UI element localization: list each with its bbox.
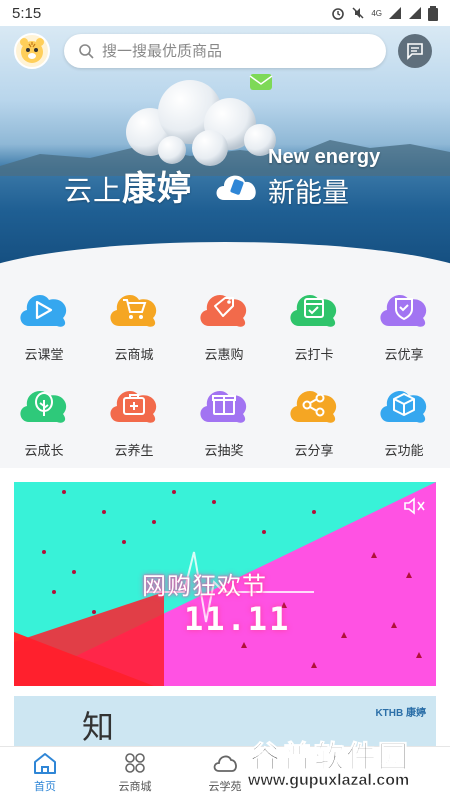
brand-logo: KTHB 康婷 xyxy=(375,708,426,719)
grid-item-growth[interactable]: 云成长 xyxy=(9,382,79,462)
grid-item-features[interactable]: 云功能 xyxy=(369,382,439,462)
chat-icon xyxy=(407,43,423,60)
grid-label: 云优享 xyxy=(384,347,424,362)
status-time: 5:15 xyxy=(12,4,42,22)
grid-item-privilege[interactable]: 云优享 xyxy=(369,286,439,366)
watermark-url: www.gupuxlazal.com xyxy=(248,772,410,790)
cart-icon xyxy=(110,295,157,327)
status-icons: 4G xyxy=(331,5,438,21)
watermark-cn: 谷普软件园 xyxy=(250,741,410,775)
tiger-avatar-icon xyxy=(20,38,44,63)
grid-item-health[interactable]: 云养生 xyxy=(99,382,169,462)
promo2-headline: 知 xyxy=(82,709,115,745)
grid-label: 云分享 xyxy=(294,443,334,458)
nav-item-mall[interactable]: 云商城 xyxy=(105,751,165,794)
grid-item-lottery[interactable]: 云抽奖 xyxy=(189,382,259,462)
signal-icon-2 xyxy=(409,7,421,19)
watermark: 谷普软件园 www.gupuxlazal.com xyxy=(244,730,450,800)
banner-energy-cn: 新能量 xyxy=(268,178,349,208)
grid-item-mall[interactable]: 云商城 xyxy=(99,286,169,366)
network-type: 4G xyxy=(371,8,382,18)
alarm-icon xyxy=(332,8,345,20)
nav-label: 云学苑 xyxy=(208,781,242,793)
tree-icon xyxy=(20,391,67,423)
calendar-check-icon xyxy=(290,295,337,327)
shield-check-icon xyxy=(380,295,427,327)
grid-label: 云商城 xyxy=(114,347,154,362)
cloud-icon xyxy=(213,755,237,772)
signal-icon xyxy=(389,7,401,19)
search-box[interactable] xyxy=(64,34,386,68)
grid-label: 云打卡 xyxy=(294,347,334,362)
battery-icon xyxy=(428,5,438,21)
grid-dots-icon xyxy=(125,753,145,773)
grid-item-classroom[interactable]: 云课堂 xyxy=(9,286,79,366)
grid-item-checkin[interactable]: 云打卡 xyxy=(279,286,349,366)
grid-label: 云惠购 xyxy=(204,347,244,362)
status-bar: 5:15 4G xyxy=(0,0,450,26)
banner-title-prefix: 云上 xyxy=(64,175,123,206)
grid-item-discount[interactable]: 云惠购 xyxy=(189,286,259,366)
banner-title: 云上康婷 xyxy=(64,161,192,210)
grid-label: 云课堂 xyxy=(24,347,64,362)
search-input[interactable] xyxy=(102,42,352,60)
banner-curve xyxy=(0,242,450,272)
function-grid: 云课堂 云商城 云惠购 云打卡 云优享 云成长 云养生 云抽奖 云分享 云功能 xyxy=(0,272,450,468)
nav-item-home[interactable]: 首页 xyxy=(15,751,75,794)
nav-label: 首页 xyxy=(34,781,56,793)
grid-label: 云养生 xyxy=(114,443,154,458)
medkit-icon xyxy=(110,391,157,423)
promo-title: 网购狂欢节 xyxy=(142,573,267,600)
nav-label: 云商城 xyxy=(118,781,152,793)
search-icon xyxy=(79,44,94,59)
gift-icon xyxy=(200,391,247,423)
energy-cloud-icon xyxy=(216,175,256,200)
tag-icon xyxy=(200,295,247,327)
share-icon xyxy=(290,391,337,423)
banner-title-brand: 康婷 xyxy=(122,170,193,208)
avatar[interactable] xyxy=(14,33,50,69)
cube-icon xyxy=(380,391,427,423)
home-icon xyxy=(34,753,56,774)
promo-number: 11.11 xyxy=(184,600,291,638)
grid-label: 云成长 xyxy=(24,443,64,458)
promo-banner[interactable]: 网购狂欢节 11.11 xyxy=(14,482,436,686)
banner-energy-en: New energy xyxy=(268,146,381,168)
grid-label: 云功能 xyxy=(384,443,424,458)
grid-label: 云抽奖 xyxy=(204,443,244,458)
sound-off-icon[interactable] xyxy=(402,496,426,516)
grid-item-share[interactable]: 云分享 xyxy=(279,382,349,462)
play-icon xyxy=(20,295,67,327)
mute-icon xyxy=(352,7,364,19)
message-button[interactable] xyxy=(398,34,432,68)
